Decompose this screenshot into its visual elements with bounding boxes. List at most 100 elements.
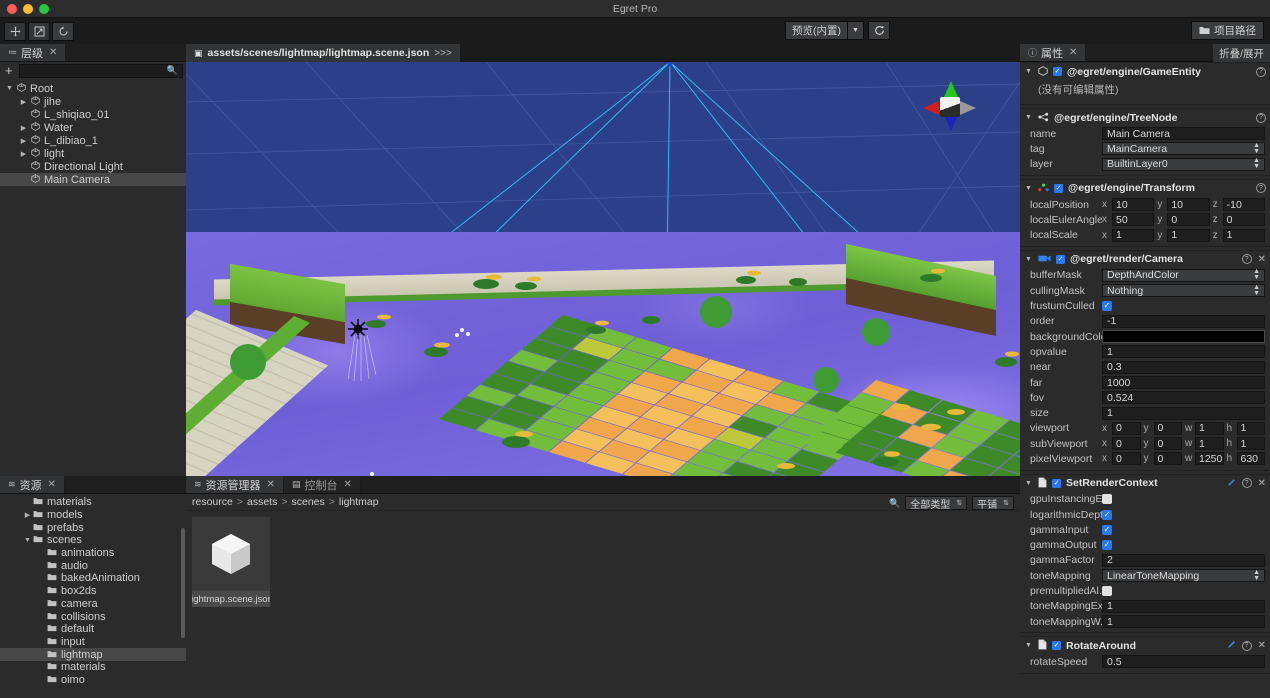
resource-node[interactable]: ▼ scenes <box>0 534 186 547</box>
chevron-down-icon[interactable]: ▼ <box>1025 185 1033 192</box>
help-icon[interactable]: ? <box>1256 66 1266 77</box>
hierarchy-node[interactable]: ▶ Water <box>0 121 186 134</box>
resource-node[interactable]: ▶ models <box>0 509 186 522</box>
resource-node[interactable]: animations <box>0 547 186 560</box>
hierarchy-node[interactable]: ▶ L_dibiao_1 <box>0 134 186 147</box>
remove-component-icon[interactable]: ✕ <box>1258 254 1266 265</box>
property-text-input[interactable]: 1 <box>1102 599 1265 613</box>
resource-node[interactable]: audio <box>0 559 186 572</box>
resource-node[interactable]: oimo <box>0 674 186 687</box>
component-enabled-checkbox[interactable]: ✓ <box>1052 478 1061 488</box>
help-icon[interactable]: ? <box>1241 478 1252 489</box>
vector-input-z[interactable]: 1 <box>1222 228 1265 242</box>
tab-scene-file[interactable]: ▣ assets/scenes/lightmap/lightmap.scene.… <box>186 44 460 62</box>
property-checkbox[interactable] <box>1102 494 1112 505</box>
property-checkbox[interactable]: ✓ <box>1102 540 1112 551</box>
collapse-expand-button[interactable]: 折叠/展开 <box>1213 44 1270 62</box>
vector-input-w[interactable]: 1 <box>1195 421 1224 435</box>
property-text-input[interactable]: 1 <box>1102 615 1265 629</box>
close-icon[interactable]: ✕ <box>267 479 275 490</box>
hierarchy-node[interactable]: ▶ light <box>0 147 186 160</box>
close-icon[interactable]: ✕ <box>1069 47 1077 58</box>
chevron-down-icon[interactable]: ▼ <box>4 85 15 92</box>
property-text-input[interactable]: 1 <box>1102 406 1265 420</box>
vector-input-y[interactable]: 0 <box>1167 213 1210 227</box>
gizmo-y-axis[interactable] <box>944 81 958 97</box>
vector-input-y[interactable]: 1 <box>1167 228 1210 242</box>
help-icon[interactable]: ? <box>1241 254 1252 265</box>
tab-resource[interactable]: ≋ 资源 ✕ <box>0 476 65 493</box>
rotate-tool-button[interactable] <box>52 21 74 41</box>
vector-input-y[interactable]: 0 <box>1153 452 1182 466</box>
asset-view-mode[interactable]: 平铺 ⇅ <box>972 496 1014 511</box>
search-icon[interactable]: 🔍 <box>889 498 900 509</box>
tab-asset-manager[interactable]: ≋ 资源管理器 ✕ <box>186 476 284 493</box>
component-header[interactable]: ▼ ✓ @egret/engine/GameEntity? <box>1020 62 1270 80</box>
directional-light-gizmo[interactable] <box>346 317 377 382</box>
vector-input-x[interactable]: 10 <box>1112 198 1155 212</box>
resource-node[interactable]: prefabs <box>0 521 186 534</box>
breadcrumb-item[interactable]: scenes <box>292 496 325 508</box>
help-icon[interactable]: ? <box>1256 112 1266 123</box>
remove-component-icon[interactable]: ✕ <box>1258 478 1266 489</box>
hierarchy-node[interactable]: ▶ jihe <box>0 95 186 108</box>
hierarchy-node[interactable]: ▼ Root <box>0 82 186 95</box>
vector-input-z[interactable]: -10 <box>1222 198 1265 212</box>
property-text-input[interactable]: 1 <box>1102 345 1265 359</box>
chevron-right-icon[interactable]: ▶ <box>18 124 29 132</box>
preview-button[interactable]: 预览(内置) <box>785 21 848 40</box>
vector-input-y[interactable]: 0 <box>1153 437 1182 451</box>
edit-pencil-icon[interactable] <box>1227 478 1236 489</box>
property-checkbox[interactable]: ✓ <box>1102 301 1112 312</box>
resource-node[interactable]: input <box>0 636 186 649</box>
component-enabled-checkbox[interactable]: ✓ <box>1053 67 1062 76</box>
gizmo-x-axis[interactable] <box>923 101 939 115</box>
component-header[interactable]: ▼ @egret/engine/TreeNode? <box>1020 108 1270 126</box>
property-text-input[interactable]: -1 <box>1102 314 1265 328</box>
gizmo-cube[interactable] <box>940 97 960 117</box>
chevron-down-icon[interactable]: ▼ <box>1025 114 1033 121</box>
chevron-down-icon[interactable]: ▼ <box>1025 256 1033 263</box>
vector-input-x[interactable]: 50 <box>1112 213 1155 227</box>
component-header[interactable]: ▼ ✓ @egret/render/Camera? ✕ <box>1020 249 1270 268</box>
property-select[interactable]: BuiltinLayer0 ▲ ▼ <box>1102 157 1265 171</box>
property-text-input[interactable]: 2 <box>1102 553 1265 567</box>
resource-node[interactable]: default <box>0 623 186 636</box>
property-text-input[interactable]: 1000 <box>1102 376 1265 389</box>
asset-type-filter[interactable]: 全部类型 ⇅ <box>905 496 968 511</box>
component-enabled-checkbox[interactable]: ✓ <box>1052 641 1061 651</box>
vector-input-x[interactable]: 1 <box>1112 228 1155 242</box>
chevron-down-icon[interactable]: ▼ <box>1025 642 1033 649</box>
help-icon[interactable]: ? <box>1241 640 1252 651</box>
resource-node[interactable]: box2ds <box>0 585 186 598</box>
vector-input-y[interactable]: 10 <box>1167 198 1210 212</box>
chevron-down-icon[interactable]: ▼ <box>22 537 33 544</box>
close-icon[interactable]: ✕ <box>48 479 56 490</box>
property-select[interactable]: MainCamera ▲ ▼ <box>1102 142 1265 156</box>
component-header[interactable]: ▼ ✓ @egret/engine/Transform? <box>1020 178 1270 197</box>
chevron-down-icon[interactable]: ▼ <box>1025 480 1033 487</box>
chevron-down-icon[interactable]: ▼ <box>848 21 864 40</box>
property-select[interactable]: DepthAndColor ▲ ▼ <box>1102 268 1265 282</box>
gizmo-negx-axis[interactable] <box>960 101 976 115</box>
close-icon[interactable]: ✕ <box>49 47 57 58</box>
vector-input-h[interactable]: 630 <box>1236 452 1265 466</box>
component-header[interactable]: ▼ ✓ SetRenderContext? ✕ <box>1020 473 1270 492</box>
move-tool-button[interactable] <box>4 21 26 41</box>
close-icon[interactable]: ✕ <box>343 479 351 490</box>
resource-node[interactable]: camera <box>0 598 186 611</box>
asset-item[interactable]: lightmap.scene.json <box>192 517 270 607</box>
chevron-right-icon[interactable]: ▶ <box>18 98 29 106</box>
vector-input-z[interactable]: 0 <box>1222 213 1265 227</box>
vector-input-w[interactable]: 1250 <box>1195 452 1224 466</box>
refresh-button[interactable] <box>868 21 890 40</box>
component-enabled-checkbox[interactable]: ✓ <box>1056 254 1065 264</box>
hierarchy-node[interactable]: L_shiqiao_01 <box>0 108 186 121</box>
hierarchy-node[interactable]: Directional Light <box>0 160 186 173</box>
property-color-swatch[interactable] <box>1102 330 1265 344</box>
property-text-input[interactable]: Main Camera <box>1102 127 1265 141</box>
property-checkbox[interactable] <box>1102 586 1112 597</box>
scale-tool-button[interactable] <box>28 21 50 41</box>
minimize-window-button[interactable] <box>23 4 33 14</box>
component-enabled-checkbox[interactable]: ✓ <box>1054 183 1063 193</box>
